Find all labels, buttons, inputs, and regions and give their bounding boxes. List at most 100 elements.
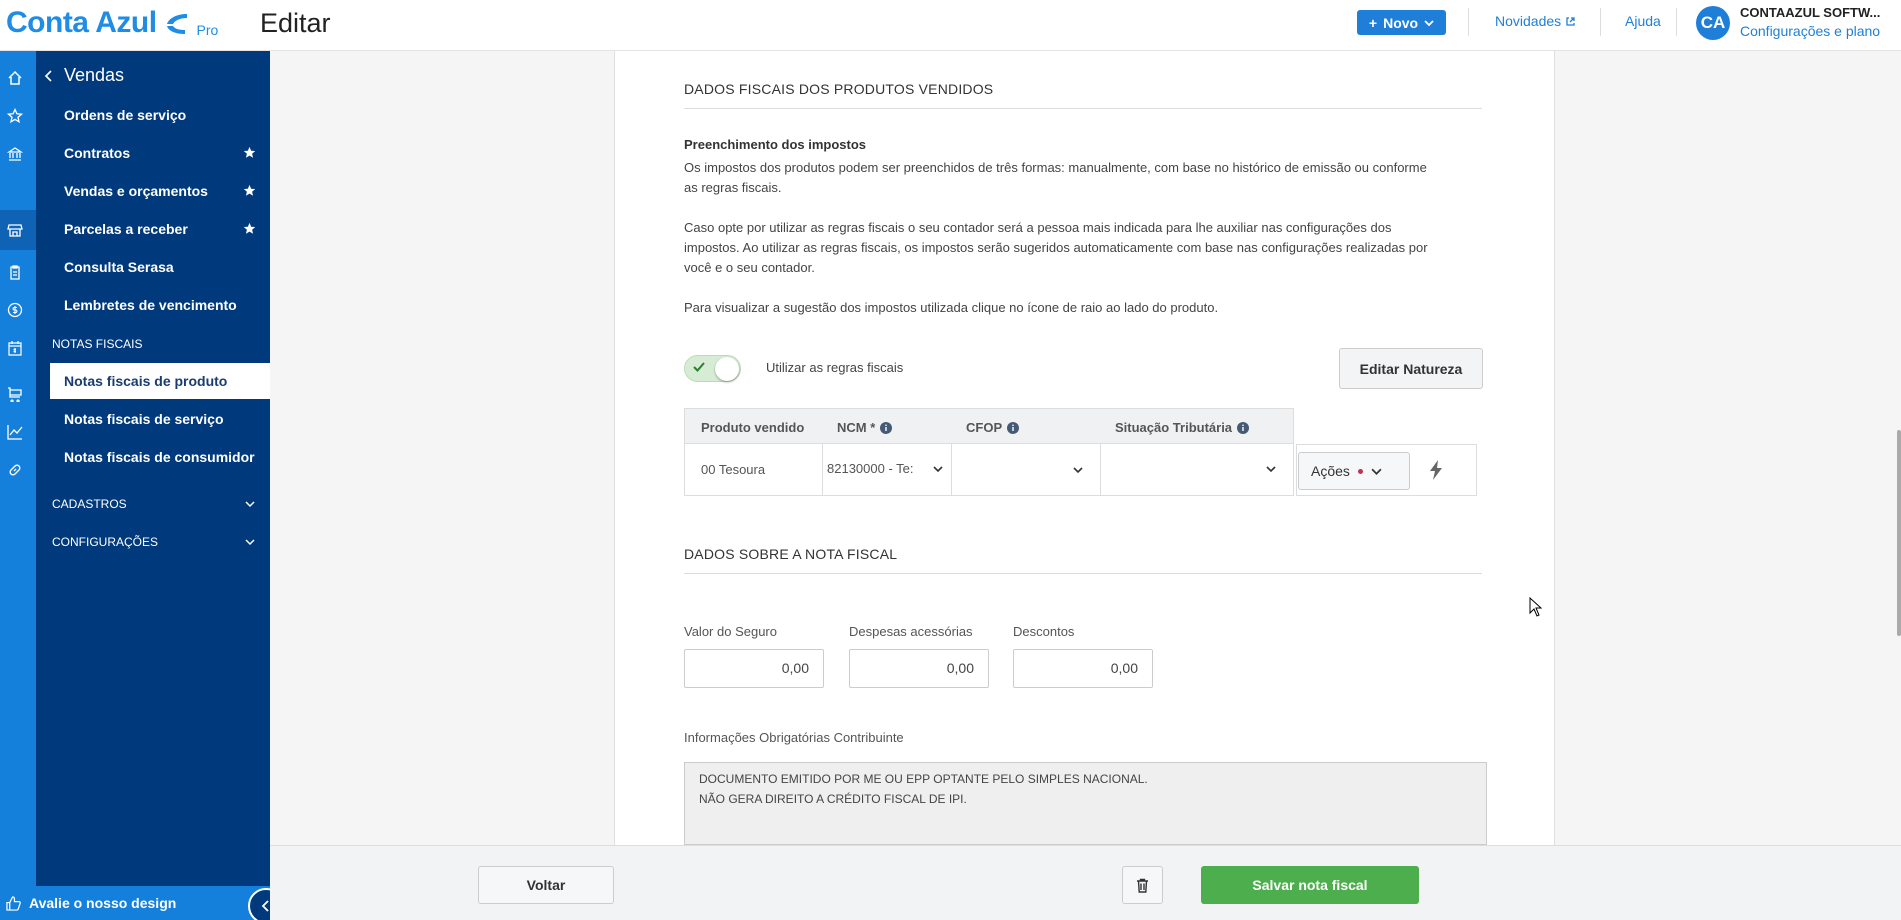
mouse-cursor-icon: [1529, 597, 1542, 617]
info-contribuinte-textarea[interactable]: DOCUMENTO EMITIDO POR ME OU EPP OPTANTE …: [684, 762, 1487, 845]
cart-icon[interactable]: [4, 383, 26, 405]
header-divider: [1600, 8, 1601, 36]
dollar-icon[interactable]: [4, 299, 26, 321]
sidebar-item-label: Lembretes de vencimento: [64, 297, 237, 313]
column-header-produto: Produto vendido: [701, 420, 804, 435]
descontos-input[interactable]: 0,00: [1013, 649, 1153, 688]
rate-design-label: Avalie o nosso design: [29, 895, 177, 911]
seguro-input[interactable]: 0,00: [684, 649, 824, 688]
sidebar-item-label: Consulta Serasa: [64, 259, 174, 275]
section-divider: [684, 108, 1482, 109]
sidebar-item-label: Notas fiscais de produto: [64, 373, 228, 389]
edit-natureza-button[interactable]: Editar Natureza: [1339, 348, 1483, 389]
rate-design-link[interactable]: Avalie o nosso design: [0, 886, 270, 920]
sidebar-item-contratos[interactable]: Contratos: [36, 135, 270, 171]
section-divider: [684, 573, 1482, 574]
column-header-label: Produto vendido: [701, 420, 805, 435]
help-link[interactable]: Ajuda: [1625, 13, 1661, 29]
lightning-icon[interactable]: [1428, 459, 1444, 481]
chevron-down-icon: [245, 501, 255, 508]
sidebar-item-nf-produto[interactable]: Notas fiscais de produto: [50, 363, 270, 399]
chart-icon[interactable]: [4, 421, 26, 443]
section-title-dados-fiscais: DADOS FISCAIS DOS PRODUTOS VENDIDOS: [684, 81, 994, 97]
despesas-input[interactable]: 0,00: [849, 649, 989, 688]
cell-divider: [1100, 444, 1101, 495]
fiscal-rules-toggle[interactable]: [684, 355, 741, 382]
sidebar-item-parcelas[interactable]: Parcelas a receber: [36, 211, 270, 247]
chevron-left-icon: [44, 69, 52, 82]
back-button[interactable]: Voltar: [478, 866, 614, 904]
paragraph-line: você e o seu contador.: [684, 260, 815, 275]
fiscal-rules-label: Utilizar as regras fiscais: [766, 360, 904, 375]
star-filled-icon[interactable]: [243, 146, 256, 159]
sidebar-group-cadastros[interactable]: CADASTROS: [36, 489, 270, 519]
info-icon[interactable]: [880, 421, 893, 434]
pro-badge: Pro: [196, 22, 219, 38]
delete-button[interactable]: [1122, 866, 1163, 904]
company-name[interactable]: CONTAAZUL SOFTW...: [1740, 5, 1880, 20]
calendar-dollar-icon[interactable]: [4, 337, 26, 359]
sidebar-title: Vendas: [64, 65, 125, 85]
situacao-select[interactable]: [1105, 448, 1290, 490]
actions-dropdown-button[interactable]: Ações: [1298, 452, 1410, 490]
sidebar-item-label: Notas fiscais de serviço: [64, 411, 224, 427]
taxes-paragraph-2: Caso opte por utilizar as regras fiscais…: [684, 218, 1484, 278]
sidebar-item-nf-servico[interactable]: Notas fiscais de serviço: [36, 401, 270, 437]
new-button-label: Novo: [1383, 14, 1419, 31]
new-button[interactable]: + Novo: [1357, 10, 1446, 35]
sidebar-group-configuracoes[interactable]: CONFIGURAÇÕES: [36, 527, 270, 557]
clipboard-icon[interactable]: [4, 261, 26, 283]
sidebar-item-serasa[interactable]: Consulta Serasa: [36, 249, 270, 285]
home-icon[interactable]: [4, 67, 26, 89]
news-link-label: Novidades: [1495, 13, 1562, 29]
link-icon[interactable]: [4, 459, 26, 481]
column-header-cfop: CFOP: [966, 420, 1020, 435]
top-header: Conta Azul Pro Editar + Novo Novidades A…: [0, 0, 1901, 51]
store-icon[interactable]: [4, 219, 26, 241]
seguro-label: Valor do Seguro: [684, 624, 777, 639]
taxes-paragraph-3: Para visualizar a sugestão dos impostos …: [684, 300, 1219, 315]
bank-icon[interactable]: [4, 143, 26, 165]
logo-text: Conta Azul: [6, 6, 157, 39]
chevron-down-icon: [1073, 467, 1083, 474]
star-filled-icon[interactable]: [243, 222, 256, 235]
sidebar-item-vendas-orcamentos[interactable]: Vendas e orçamentos: [36, 173, 270, 209]
check-icon: [693, 362, 705, 372]
header-divider: [1676, 8, 1677, 36]
sidebar-back[interactable]: Vendas: [44, 65, 124, 86]
chevron-down-icon: [1424, 19, 1434, 26]
chevron-down-icon: [1266, 466, 1276, 473]
sidebar-item-ordens-servico[interactable]: Ordens de serviço: [36, 97, 270, 133]
sidebar-item-label: Contratos: [64, 145, 131, 161]
sidebar-section-notas: NOTAS FISCAIS: [52, 337, 143, 351]
avatar[interactable]: CA: [1696, 6, 1730, 40]
logo-mark-icon: [166, 14, 187, 34]
cell-divider: [822, 444, 823, 495]
settings-and-plan-link[interactable]: Configurações e plano: [1740, 23, 1880, 39]
taxes-subtitle: Preenchimento dos impostos: [684, 137, 867, 152]
actions-label: Ações: [1311, 463, 1350, 479]
scrollbar[interactable]: [1897, 430, 1901, 636]
sidebar-item-label: Parcelas a receber: [64, 221, 188, 237]
sidebar-item-label: Ordens de serviço: [64, 107, 187, 123]
products-table-header: Produto vendido NCM * CFOP Situação Trib…: [684, 408, 1294, 444]
table-row: 00 Tesoura 82130000 - Te:: [684, 444, 1294, 496]
header-divider: [1468, 8, 1469, 36]
info-icon[interactable]: [1237, 421, 1250, 434]
taxes-paragraph-1: Os impostos dos produtos podem ser preen…: [684, 158, 1484, 198]
chevron-down-icon: [245, 539, 255, 546]
save-invoice-button[interactable]: Salvar nota fiscal: [1201, 866, 1419, 904]
icon-rail: [0, 51, 36, 920]
sidebar-item-label: Vendas e orçamentos: [64, 183, 208, 199]
conta-azul-logo[interactable]: Conta Azul Pro: [6, 6, 218, 40]
section-title-dados-nota: DADOS SOBRE A NOTA FISCAL: [684, 546, 898, 562]
info-icon[interactable]: [1007, 421, 1020, 434]
star-icon[interactable]: [4, 105, 26, 127]
sidebar-item-lembretes[interactable]: Lembretes de vencimento: [36, 287, 270, 323]
sidebar-item-nf-consumidor[interactable]: Notas fiscais de consumidor: [36, 439, 270, 475]
chevron-down-icon: [1371, 468, 1382, 475]
star-filled-icon[interactable]: [243, 184, 256, 197]
paragraph-line: Os impostos dos produtos podem ser preen…: [684, 160, 1427, 175]
news-link[interactable]: Novidades: [1495, 13, 1576, 29]
column-header-label: NCM *: [837, 420, 876, 435]
